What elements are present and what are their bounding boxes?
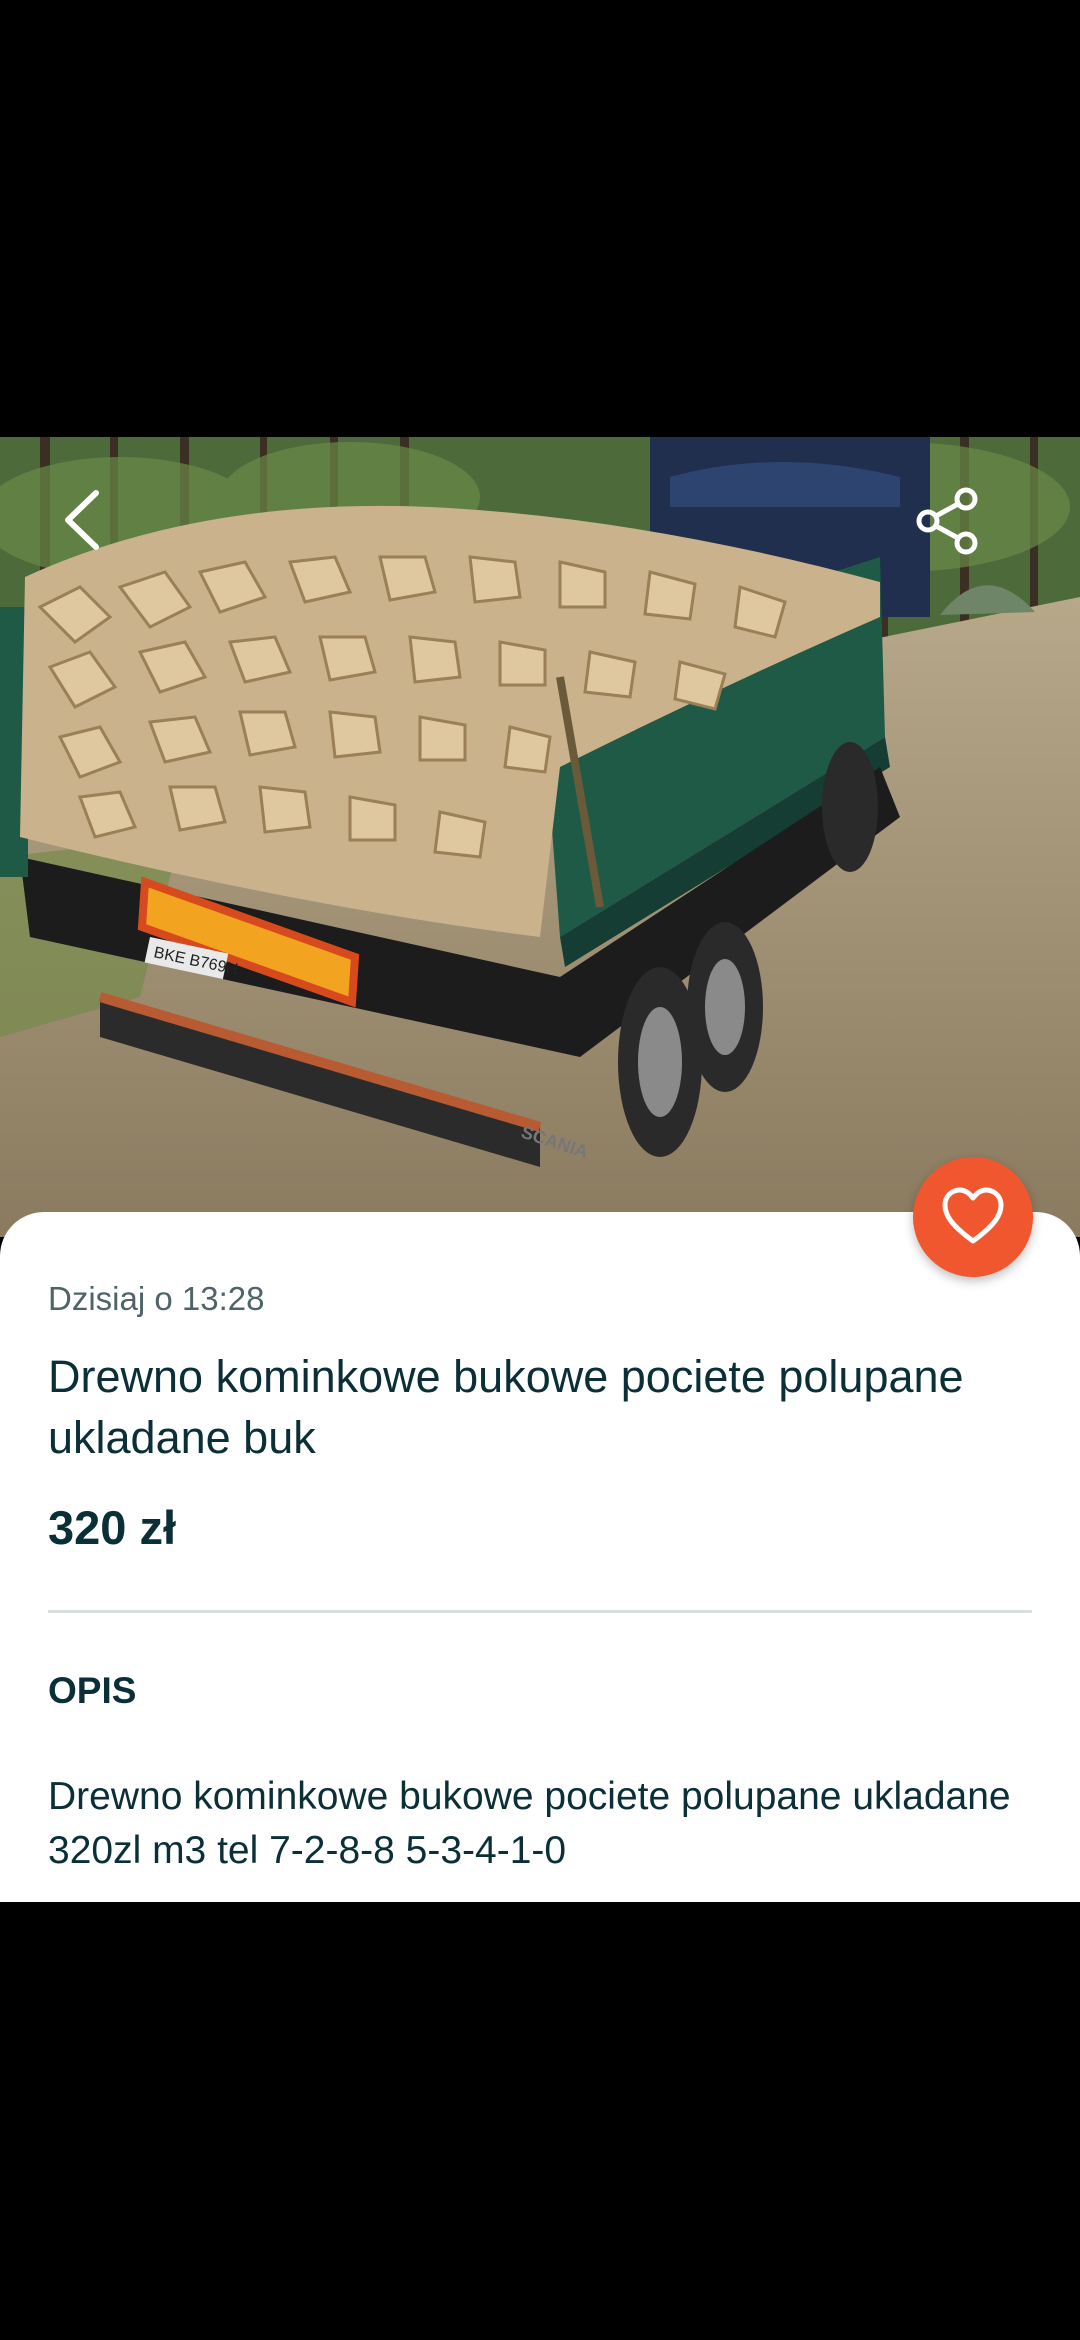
share-icon [916, 487, 978, 555]
listing-date: Dzisiaj o 13:28 [48, 1280, 265, 1317]
listing-price: 320 zł [48, 1501, 177, 1554]
heart-outline-icon [942, 1187, 1004, 1244]
favorite-button[interactable] [913, 1157, 1033, 1277]
top-black-area [0, 0, 1080, 437]
description-text: Drewno kominkowe bukowe pociete polupane… [48, 1775, 1011, 1872]
back-button[interactable] [56, 485, 116, 555]
share-button[interactable] [912, 485, 984, 557]
bottom-black-area [0, 1902, 1080, 2340]
divider [48, 1610, 1032, 1613]
description-heading: OPIS [48, 1670, 137, 1711]
listing-title: Drewno kominkowe bukowe pociete polupane… [48, 1351, 964, 1463]
chevron-left-icon [65, 490, 99, 550]
